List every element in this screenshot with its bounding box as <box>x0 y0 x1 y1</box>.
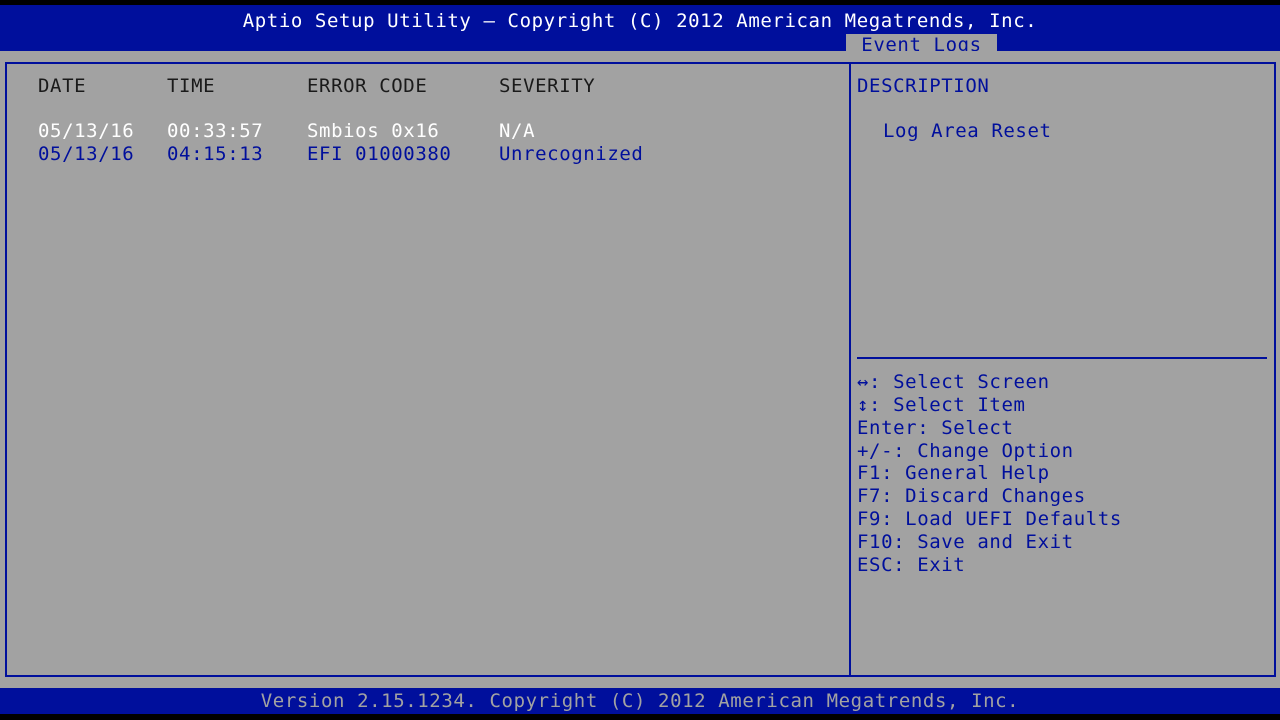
help-save-exit: F10: Save and Exit <box>857 531 1074 553</box>
help-select-item: ↕: Select Item <box>857 394 1026 416</box>
row-error-code: EFI 01000380 <box>307 143 452 165</box>
title-bar: Aptio Setup Utility – Copyright (C) 2012… <box>0 5 1280 56</box>
row-date: 05/13/16 <box>38 143 135 165</box>
help-enter-select: Enter: Select <box>857 417 1014 439</box>
row-error-code: Smbios 0x16 <box>307 120 440 142</box>
description-text: Log Area Reset <box>883 120 1052 142</box>
help-general-help: F1: General Help <box>857 462 1050 484</box>
help-select-screen: ↔: Select Screen <box>857 371 1050 393</box>
help-divider <box>857 357 1267 359</box>
help-discard-changes: F7: Discard Changes <box>857 485 1086 507</box>
help-change-option: +/-: Change Option <box>857 440 1074 462</box>
column-header-date: DATE <box>38 75 87 97</box>
row-time: 00:33:57 <box>167 120 264 142</box>
row-severity: Unrecognized <box>499 143 644 165</box>
help-panel <box>849 62 1276 677</box>
help-load-defaults: F9: Load UEFI Defaults <box>857 508 1122 530</box>
row-severity: N/A <box>499 120 536 142</box>
row-time: 04:15:13 <box>167 143 264 165</box>
app-title: Aptio Setup Utility – Copyright (C) 2012… <box>242 10 1038 32</box>
column-header-time: TIME <box>167 75 216 97</box>
description-heading: DESCRIPTION <box>857 75 990 97</box>
help-exit: ESC: Exit <box>857 554 966 576</box>
version-text: Version 2.15.1234. Copyright (C) 2012 Am… <box>260 690 1020 712</box>
row-date: 05/13/16 <box>38 120 135 142</box>
main-area: DATE TIME ERROR CODE SEVERITY 05/13/16 0… <box>0 51 1280 688</box>
footer-bar: Version 2.15.1234. Copyright (C) 2012 Am… <box>0 688 1280 714</box>
column-header-error-code: ERROR CODE <box>307 75 428 97</box>
column-header-severity: SEVERITY <box>499 75 596 97</box>
